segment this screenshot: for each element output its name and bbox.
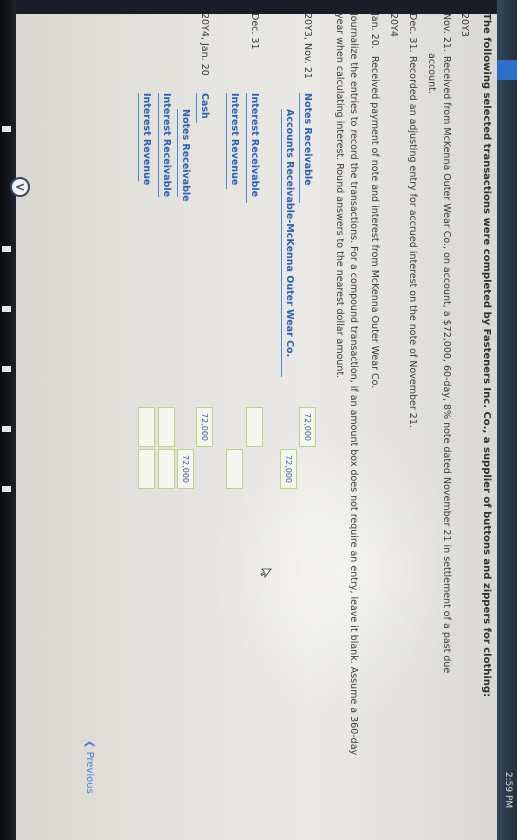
event-date: Jan. 20. xyxy=(369,13,380,49)
chevron-left-icon: ❮ xyxy=(84,740,95,749)
debit-amount-input[interactable] xyxy=(158,407,175,447)
credit-account-select[interactable]: Notes Receivable xyxy=(177,109,191,202)
event-text: Received from McKenna Outer Wear Co., on… xyxy=(441,56,452,674)
debit-account-select[interactable]: Cash xyxy=(196,93,210,123)
debit-amount-input[interactable]: 72,000 xyxy=(299,407,316,447)
debit-amount-input[interactable]: 72,000 xyxy=(196,407,213,447)
credit-account-select[interactable]: Interest Revenue xyxy=(226,93,240,189)
edge-tick xyxy=(2,366,11,372)
previous-button[interactable]: ❮ Previous xyxy=(84,740,95,794)
credit-amount-input[interactable] xyxy=(158,449,175,489)
credit-amount-input[interactable]: 72,000 xyxy=(177,449,194,489)
edge-tick xyxy=(2,486,11,492)
event-date: Nov. 21. xyxy=(441,13,452,52)
edge-tick xyxy=(2,126,11,132)
debit-account-select[interactable]: Notes Receivable xyxy=(299,93,313,203)
entry-date: 20Y4, Jan. 20 xyxy=(199,13,210,76)
mouse-cursor-icon xyxy=(260,568,272,579)
screen: < The following selected transactions we… xyxy=(0,0,517,840)
event-line: 20Y3 xyxy=(459,13,470,53)
event-line: account. xyxy=(426,53,437,94)
debit-amount-input[interactable] xyxy=(246,407,263,447)
event-date: 20Y3 xyxy=(459,13,470,37)
entry-date: 20Y3, Nov. 21 xyxy=(302,13,313,79)
instructions: Journalize the entries to record the tra… xyxy=(334,13,359,756)
event-line: 20Y4 xyxy=(388,13,399,53)
clock-text: 2:59 PM xyxy=(503,771,514,809)
edge-tick xyxy=(2,426,11,432)
question-panel: The following selected transactions were… xyxy=(20,5,500,835)
credit-account-select[interactable]: Interest Receivable xyxy=(158,93,172,197)
left-edge-bar xyxy=(0,0,16,840)
taskbar: 2:59 PM xyxy=(497,0,517,840)
credit-amount-input[interactable] xyxy=(226,449,243,489)
credit-account-select[interactable]: Interest Revenue xyxy=(138,93,152,185)
event-text: Received payment of note and interest fr… xyxy=(369,56,380,389)
problem-intro: The following selected transactions were… xyxy=(481,13,492,698)
credit-amount-input[interactable]: 72,000 xyxy=(280,449,297,489)
taskbar-clock: 2:59 PM xyxy=(501,760,515,820)
credit-account-select[interactable]: Accounts Receivable-McKenna Outer Wear C… xyxy=(281,109,295,377)
event-line: Dec. 31. Recorded an adjusting entry for… xyxy=(407,13,418,428)
start-button[interactable] xyxy=(497,60,517,80)
event-line: Nov. 21. Received from McKenna Outer Wea… xyxy=(441,13,452,673)
event-date: Dec. 31. xyxy=(407,13,418,53)
credit-amount-input[interactable] xyxy=(138,449,155,489)
event-line: Jan. 20. Received payment of note and in… xyxy=(369,13,380,388)
event-text: account. xyxy=(426,53,437,94)
debit-account-select[interactable]: Interest Receivable xyxy=(246,93,260,203)
edge-tick xyxy=(2,306,11,312)
event-text: Recorded an adjusting entry for accrued … xyxy=(407,56,418,428)
event-date: 20Y4 xyxy=(388,13,399,37)
entry-date: Dec. 31 xyxy=(249,13,260,50)
edge-tick xyxy=(2,246,11,252)
debit-amount-input[interactable] xyxy=(138,407,155,447)
previous-label: Previous xyxy=(84,751,95,794)
